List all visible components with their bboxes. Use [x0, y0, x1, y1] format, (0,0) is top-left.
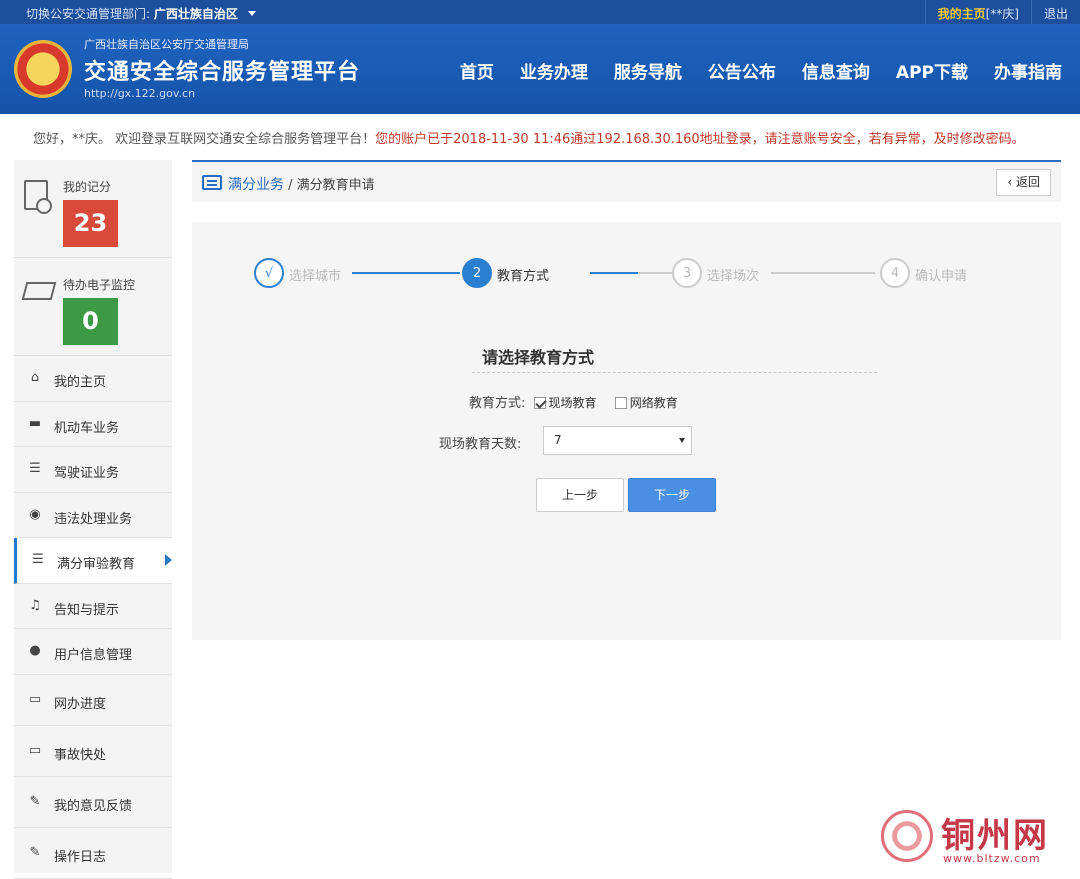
surveillance-camera-icon: [21, 282, 57, 300]
onsite-checkbox[interactable]: [533, 397, 546, 409]
online-option-label[interactable]: 网络教育: [630, 396, 678, 410]
check-icon: √: [254, 258, 284, 288]
onsite-days-label: 现场教育天数:: [439, 437, 522, 452]
caret-down-icon[interactable]: [247, 11, 256, 16]
department-switch[interactable]: 切换公安交通管理部门: 广西壮族自治区: [26, 5, 256, 22]
department-switch-label: 切换公安交通管理部门:: [26, 7, 151, 21]
nav-guide[interactable]: 办事指南: [994, 58, 1062, 83]
pending-monitor-label: 待办电子监控: [63, 278, 136, 292]
welcome-greeting: 您好，**庆。 欢迎登录互联网交通安全综合服务管理平台！: [33, 132, 376, 147]
step-progress: √ 选择城市 2 教育方式 3 选择场次 4 确认申请: [254, 258, 1014, 288]
main-nav: 首页 业务办理 服务导航 公告公布 信息查询 APP下载 办事指南: [434, 58, 1062, 83]
step-connector: [771, 272, 875, 274]
my-score-label: 我的记分: [63, 180, 112, 194]
form-title: 请选择教育方式: [482, 348, 595, 367]
camera-icon: ◉: [29, 506, 41, 522]
breadcrumb-separator: /: [284, 178, 297, 193]
masked-user-name: [**庆]: [985, 7, 1019, 21]
list-card-icon: [202, 175, 222, 190]
step-connector: [352, 272, 460, 274]
welcome-message: 您好，**庆。 欢迎登录互联网交通安全综合服务管理平台！您的账户已于2018-1…: [0, 128, 1080, 147]
main-content: 满分业务 / 满分教育申请 ‹ 返回 √ 选择城市 2 教育方式 3 选择场次 …: [192, 160, 1061, 640]
my-score-block[interactable]: 我的记分 23: [14, 160, 172, 258]
home-icon: ⌂: [30, 370, 40, 385]
my-score-value[interactable]: 23: [63, 200, 118, 247]
truck-icon: ▬: [28, 415, 42, 431]
nav-business[interactable]: 业务办理: [520, 58, 588, 83]
application-panel: √ 选择城市 2 教育方式 3 选择场次 4 确认申请 请选择教育方式 教育方式…: [192, 222, 1061, 640]
onsite-days-value: 7: [554, 433, 562, 447]
step-connector: [590, 272, 638, 274]
top-bar: 切换公安交通管理部门: 广西壮族自治区 我的主页[**庆] 退出: [0, 0, 1080, 24]
sidebar-item-violation[interactable]: ◉ 违法处理业务: [14, 493, 172, 538]
next-step-button[interactable]: 下一步: [628, 478, 716, 512]
log-icon: ✎: [29, 844, 41, 860]
sidebar-item-progress[interactable]: ▭ 网办进度: [14, 675, 172, 726]
online-checkbox[interactable]: [614, 397, 627, 409]
user-icon: ●: [29, 643, 41, 658]
back-button[interactable]: ‹ 返回: [996, 169, 1051, 196]
nav-info-query[interactable]: 信息查询: [802, 58, 870, 83]
sidebar-item-vehicle[interactable]: ▬ 机动车业务: [14, 402, 172, 447]
site-header: ★ 广西壮族自治区公安厅交通管理局 交通安全综合服务管理平台 http://gx…: [0, 24, 1080, 114]
org-name: 广西壮族自治区公安厅交通管理局: [84, 38, 249, 51]
police-emblem-icon: ★: [14, 40, 72, 98]
list-card-icon: ☰: [32, 552, 44, 567]
site-url: http://gx.122.gov.cn: [84, 87, 196, 100]
divider: [472, 372, 877, 373]
accident-icon: ▭: [28, 742, 42, 758]
chevron-left-icon: ‹: [1007, 175, 1016, 189]
pending-monitor-value[interactable]: 0: [63, 298, 118, 345]
sidebar-item-user-info[interactable]: ● 用户信息管理: [14, 629, 172, 675]
step-connector: [638, 272, 672, 274]
brand[interactable]: 广西壮族自治区公安厅交通管理局 交通安全综合服务管理平台 http://gx.1…: [84, 36, 360, 100]
sidebar-item-log[interactable]: ✎ 操作日志: [14, 828, 172, 879]
sidebar: 我的记分 23 待办电子监控 0 ⌂ 我的主页 ▬ 机动车业务 ☰ 驾驶证业务 …: [14, 160, 172, 879]
sidebar-item-license[interactable]: ☰ 驾驶证业务: [14, 447, 172, 493]
watermark-name: 铜州网: [941, 816, 1049, 856]
sidebar-item-feedback[interactable]: ✎ 我的意见反馈: [14, 777, 172, 828]
education-method-label: 教育方式:: [469, 396, 526, 411]
bell-icon: ♫: [29, 597, 41, 613]
feedback-icon: ✎: [29, 793, 41, 809]
previous-step-button[interactable]: 上一步: [536, 478, 624, 512]
nav-announcements[interactable]: 公告公布: [708, 58, 776, 83]
chevron-down-icon: [679, 438, 685, 443]
education-method-row: 教育方式: 现场教育 网络教育: [469, 392, 688, 411]
watermark-seal-icon: [881, 810, 933, 862]
nav-app-download[interactable]: APP下载: [896, 58, 968, 83]
score-document-icon: [24, 180, 52, 214]
site-title: 交通安全综合服务管理平台: [84, 60, 361, 85]
pending-monitor-block[interactable]: 待办电子监控 0: [14, 258, 172, 356]
breadcrumb: 满分业务 / 满分教育申请 ‹ 返回: [192, 160, 1061, 202]
breadcrumb-current: 满分教育申请: [296, 178, 375, 193]
license-card-icon: ☰: [29, 461, 41, 476]
sidebar-item-notices[interactable]: ♫ 告知与提示: [14, 584, 172, 629]
my-home-link[interactable]: 我的主页[**庆]: [924, 0, 1031, 24]
nav-service-guide[interactable]: 服务导航: [614, 58, 682, 83]
onsite-option-label[interactable]: 现场教育: [549, 396, 597, 410]
watermark-url: www.bltzw.com: [943, 852, 1041, 865]
breadcrumb-section[interactable]: 满分业务: [228, 177, 284, 193]
logout-link[interactable]: 退出: [1030, 0, 1080, 24]
breadcrumb-path: 满分业务 / 满分教育申请: [228, 174, 375, 194]
sidebar-item-full-score-education[interactable]: ☰ 满分审验教育: [14, 538, 172, 584]
sidebar-item-home[interactable]: ⌂ 我的主页: [14, 356, 172, 402]
login-warning: 您的账户已于2018-11-30 11:46通过192.168.30.160地址…: [375, 132, 1025, 147]
sidebar-item-accident[interactable]: ▭ 事故快处: [14, 726, 172, 777]
active-arrow-icon: [165, 554, 172, 566]
progress-icon: ▭: [28, 691, 42, 707]
site-watermark: 铜州网 www.bltzw.com: [877, 808, 1072, 868]
department-region[interactable]: 广西壮族自治区: [154, 7, 238, 21]
nav-home[interactable]: 首页: [460, 58, 494, 83]
onsite-days-select[interactable]: 7: [543, 426, 692, 455]
top-bar-links: 我的主页[**庆] 退出: [924, 0, 1080, 24]
